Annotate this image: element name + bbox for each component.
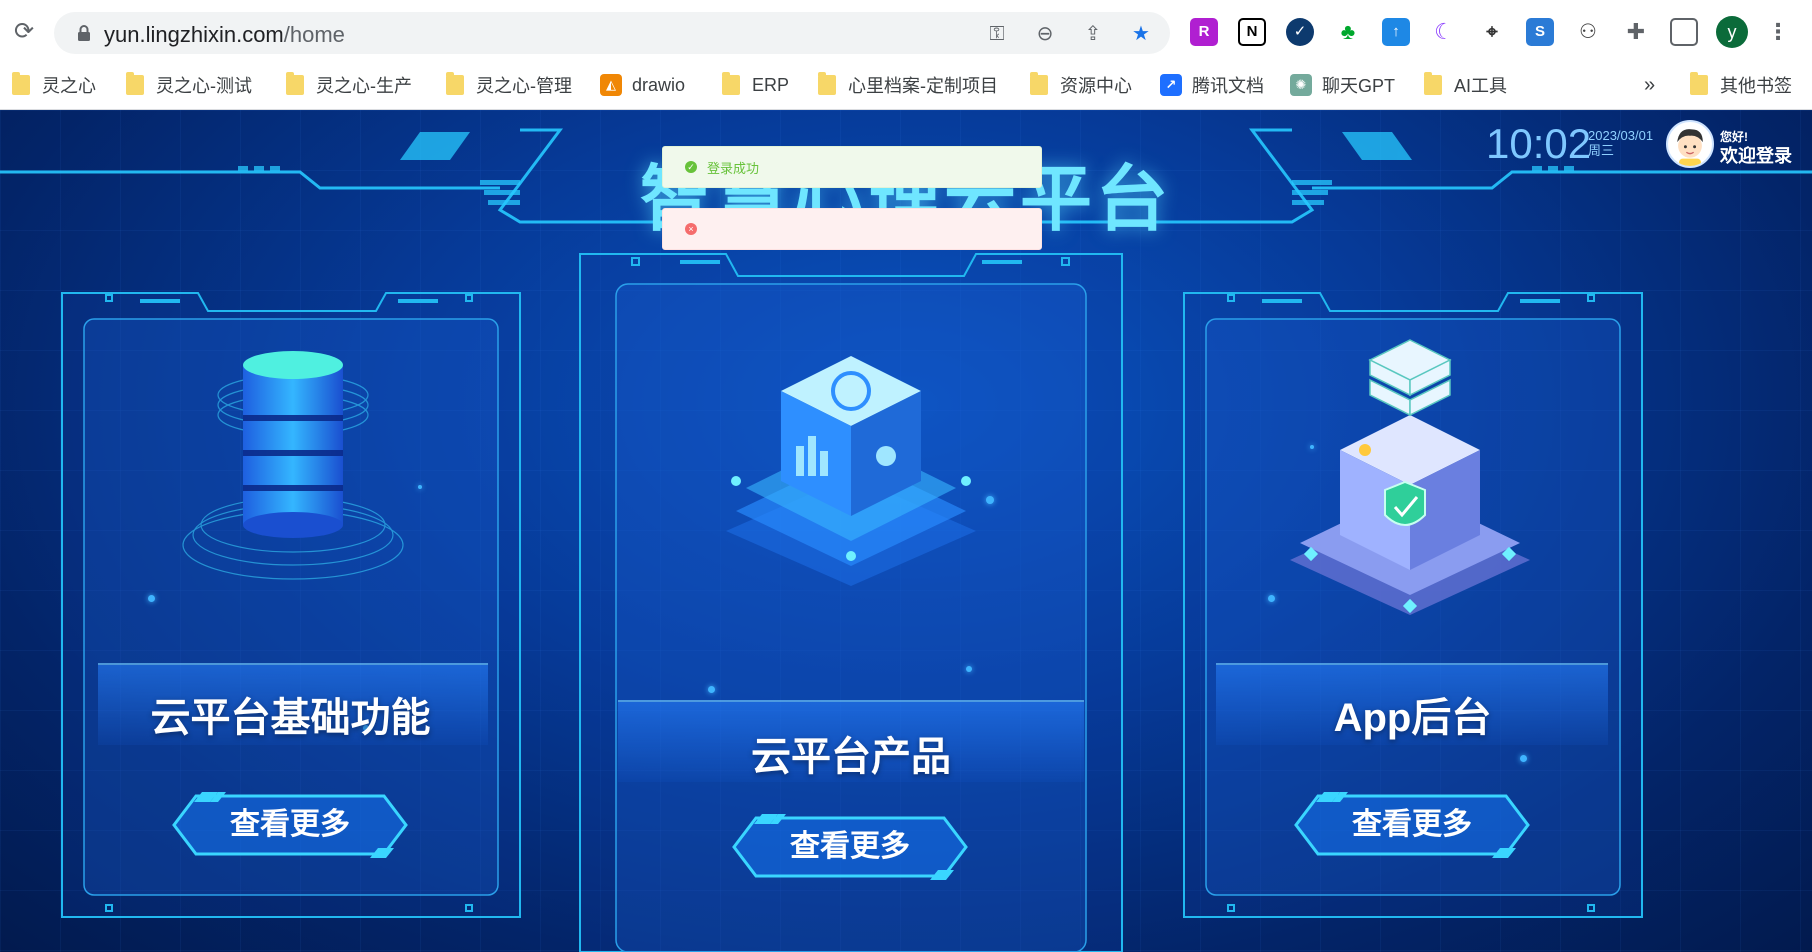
particle-dot xyxy=(986,496,994,504)
tencent-docs-icon: ↗ xyxy=(1160,74,1182,96)
bookmark-label: 灵之心-测试 xyxy=(156,76,252,96)
cloud-cube-icon xyxy=(726,356,976,586)
axure-rp-extension-icon[interactable]: R xyxy=(1190,18,1218,46)
clock-date: 2023/03/01 周三 xyxy=(1588,128,1653,158)
date-text: 2023/03/01 xyxy=(1588,128,1654,143)
avatar[interactable] xyxy=(1666,120,1714,168)
weekday-text: 周三 xyxy=(1588,143,1615,158)
card-app-backend[interactable]: App后台 查看更多 xyxy=(1180,285,1645,925)
database-icon xyxy=(182,351,404,580)
success-message: 登录成功 xyxy=(707,160,760,176)
lock-icon[interactable] xyxy=(74,23,94,43)
bookmark-label: 聊天GPT xyxy=(1322,76,1396,96)
upload-extension-icon[interactable]: ↑ xyxy=(1382,18,1410,46)
bookmark-label: 灵之心 xyxy=(42,76,96,96)
s-extension-icon[interactable]: S xyxy=(1526,18,1554,46)
bookmark-item[interactable]: 资源中心 xyxy=(1030,70,1132,100)
particle-dot xyxy=(148,595,155,602)
bookmark-label: 灵之心-管理 xyxy=(476,76,572,96)
bookmark-item[interactable]: ↗ 腾讯文档 xyxy=(1160,70,1264,100)
bookmarks-overflow-button[interactable]: » xyxy=(1644,70,1655,100)
folder-icon xyxy=(12,72,30,95)
error-x-icon: × xyxy=(685,223,697,235)
reload-icon[interactable]: ⟳ xyxy=(8,16,40,48)
card-platform-products[interactable]: 云平台产品 查看更多 xyxy=(576,246,1126,952)
menu-kebab-icon[interactable]: ⋮ xyxy=(1764,18,1792,46)
bookmark-star-icon[interactable]: ★ xyxy=(1128,21,1154,47)
folder-icon xyxy=(818,72,836,95)
particle-dot xyxy=(1310,445,1314,449)
bookmark-label: 灵之心-生产 xyxy=(316,76,412,96)
notion-extension-icon[interactable]: N xyxy=(1238,18,1266,46)
error-toast: × xyxy=(662,208,1042,250)
bookmark-item[interactable]: 灵之心 xyxy=(12,70,96,100)
folder-icon xyxy=(1690,72,1708,95)
view-more-label: 查看更多 xyxy=(1352,808,1472,841)
bookmark-item[interactable]: ✺ 聊天GPT xyxy=(1290,70,1395,100)
card-title: App后台 xyxy=(1333,696,1492,740)
view-more-button[interactable]: 查看更多 xyxy=(1288,790,1536,860)
bookmarks-bar: 灵之心 灵之心-测试 灵之心-生产 灵之心-管理 ◭ drawio ERP 心里档… xyxy=(0,64,1812,108)
clock-time: 10:02 xyxy=(1486,120,1592,167)
bookmark-item[interactable]: 心里档案-定制项目 xyxy=(818,70,998,100)
bookmark-item[interactable]: ◭ drawio xyxy=(600,70,685,100)
page-content: 智慧心理云平台 10:02 2023/03/01 周三 您好! 欢迎登录 云平台… xyxy=(0,110,1812,952)
url-path: /home xyxy=(283,22,345,47)
extensions-puzzle-icon[interactable]: ✚ xyxy=(1622,18,1650,46)
bookmark-label: 其他书签 xyxy=(1720,76,1792,96)
bookmark-item[interactable]: 灵之心-管理 xyxy=(446,70,572,100)
url-text[interactable]: yun.lingzhixin.com/home xyxy=(104,22,345,48)
location-extension-icon[interactable]: ⌖ xyxy=(1478,18,1506,46)
success-toast: ✓ 登录成功 xyxy=(662,146,1042,188)
bookmark-label: 资源中心 xyxy=(1060,76,1132,96)
side-panel-icon[interactable] xyxy=(1670,18,1698,46)
evernote-extension-icon[interactable]: ♣ xyxy=(1334,18,1362,46)
particle-dot xyxy=(1268,595,1275,602)
browser-toolbar: ⟳ yun.lingzhixin.com/home ⚿ ⊖ ⇪ ★ R N ✓ … xyxy=(0,0,1812,64)
bookmark-label: 腾讯文档 xyxy=(1192,76,1264,96)
browser-chrome: ⟳ yun.lingzhixin.com/home ⚿ ⊖ ⇪ ★ R N ✓ … xyxy=(0,0,1812,110)
folder-icon xyxy=(286,72,304,95)
drawio-icon: ◭ xyxy=(600,74,622,96)
server-shield-icon xyxy=(1290,339,1530,615)
folder-icon xyxy=(1424,72,1442,95)
view-more-button[interactable]: 查看更多 xyxy=(166,790,414,860)
user-avatar-icon xyxy=(1677,129,1703,166)
folder-icon xyxy=(1030,72,1048,95)
folder-icon xyxy=(446,72,464,95)
other-bookmarks[interactable]: 其他书签 xyxy=(1690,70,1792,100)
share-icon[interactable]: ⇪ xyxy=(1080,21,1106,47)
particle-dot xyxy=(966,666,972,672)
moon-extension-icon[interactable]: ☾ xyxy=(1430,18,1458,46)
bookmark-item[interactable]: 灵之心-测试 xyxy=(126,70,252,100)
view-more-button[interactable]: 查看更多 xyxy=(726,812,974,882)
bookmark-item[interactable]: ERP xyxy=(722,70,789,100)
url-host: yun.lingzhixin.com xyxy=(104,22,284,47)
particle-dot xyxy=(418,485,422,489)
folder-icon xyxy=(126,72,144,95)
folder-icon xyxy=(722,72,740,95)
zoom-icon[interactable]: ⊖ xyxy=(1032,21,1058,47)
view-more-label: 查看更多 xyxy=(230,808,350,841)
bookmark-item[interactable]: AI工具 xyxy=(1424,70,1507,100)
particle-dot xyxy=(1520,755,1527,762)
bookmark-label: drawio xyxy=(632,74,686,95)
bookmark-label: 心里档案-定制项目 xyxy=(848,76,998,96)
success-check-icon: ✓ xyxy=(685,161,697,173)
address-bar[interactable]: yun.lingzhixin.com/home ⚿ ⊖ ⇪ ★ xyxy=(54,12,1170,54)
check-extension-icon[interactable]: ✓ xyxy=(1286,18,1314,46)
bookmark-item[interactable]: 灵之心-生产 xyxy=(286,70,412,100)
password-key-icon[interactable]: ⚿ xyxy=(984,21,1010,47)
chatgpt-icon: ✺ xyxy=(1290,74,1312,96)
card-title: 云平台产品 xyxy=(751,735,951,779)
particle-dot xyxy=(708,686,715,693)
agent-extension-icon[interactable]: ⚇ xyxy=(1574,18,1602,46)
profile-avatar[interactable]: y xyxy=(1716,16,1748,48)
card-title: 云平台基础功能 xyxy=(150,696,431,740)
bookmark-label: AI工具 xyxy=(1454,76,1508,96)
card-basic-functions[interactable]: 云平台基础功能 查看更多 xyxy=(58,285,523,925)
greeting-welcome: 欢迎登录 xyxy=(1720,146,1792,166)
bookmark-label: ERP xyxy=(752,74,790,95)
view-more-label: 查看更多 xyxy=(790,830,910,863)
